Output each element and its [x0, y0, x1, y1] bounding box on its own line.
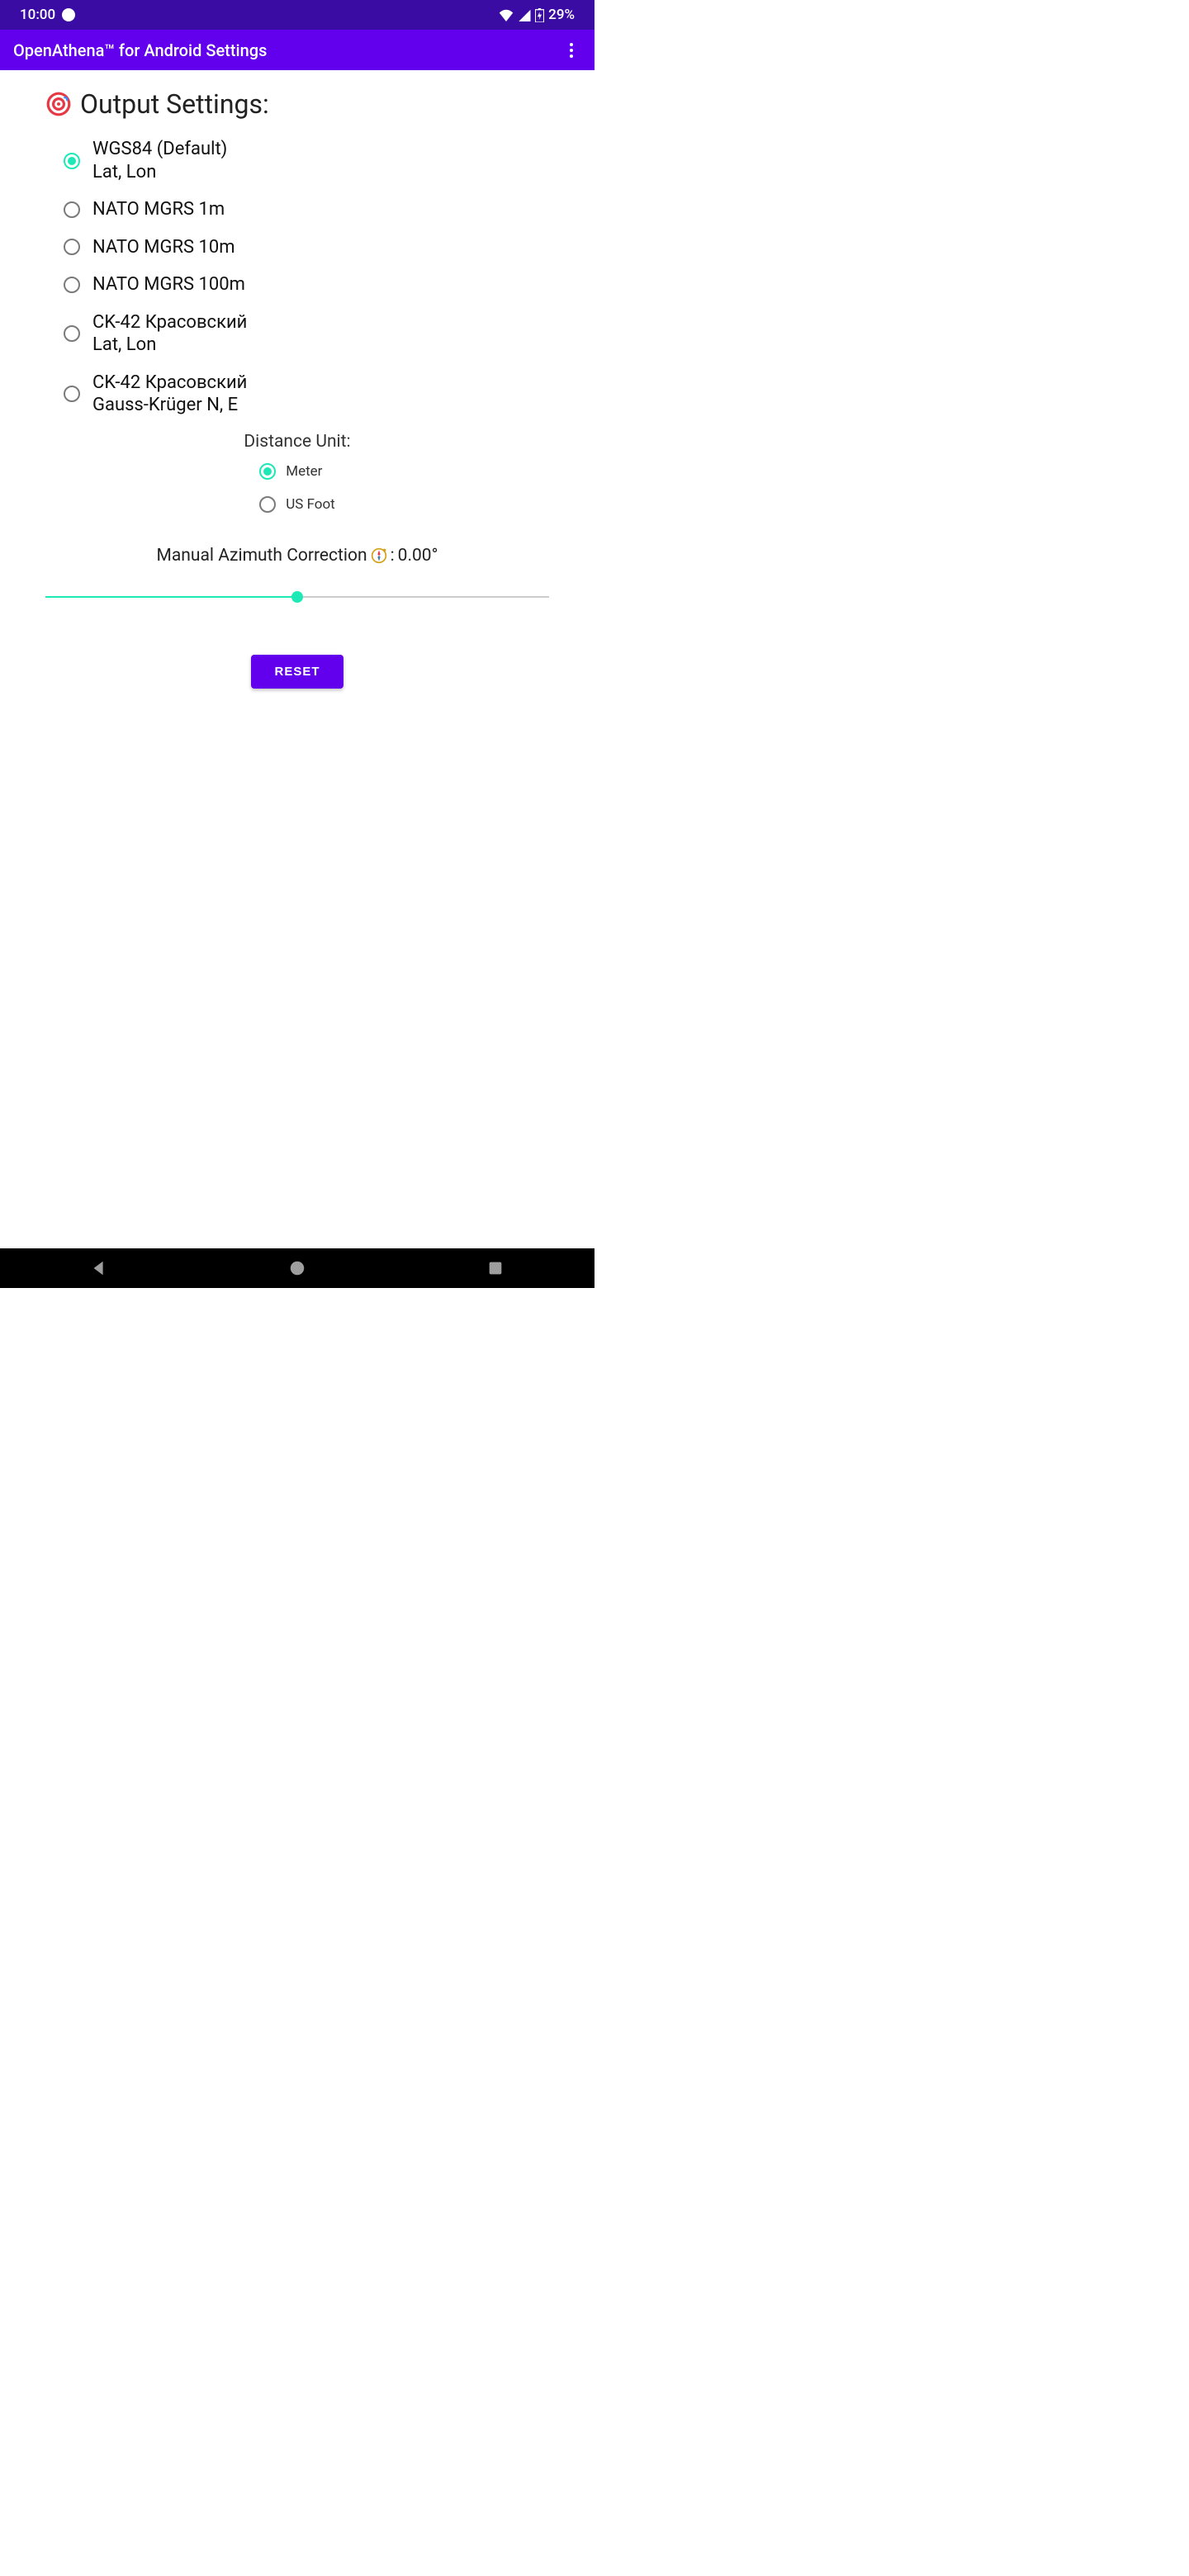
wifi-icon [499, 9, 514, 21]
radio-label: US Foot [286, 496, 335, 513]
app-title: OpenAthena™ for Android Settings [13, 40, 561, 60]
output-format-radio-group: WGS84 (Default) Lat, Lon NATO MGRS 1m NATO… [45, 138, 549, 417]
radio-label: NATO MGRS 100m [92, 273, 245, 296]
radio-label: CK-42 Красовский Lat, Lon [92, 311, 247, 357]
recents-icon[interactable] [486, 1259, 504, 1277]
content: Output Settings: WGS84 (Default) Lat, Lo… [0, 70, 594, 689]
section-header: Output Settings: [45, 88, 549, 120]
output-format-option[interactable]: CK-42 Красовский Lat, Lon [64, 311, 549, 357]
radio-label: NATO MGRS 1m [92, 198, 225, 221]
signal-icon [518, 9, 531, 21]
output-format-option[interactable]: WGS84 (Default) Lat, Lon [64, 138, 549, 183]
distance-unit-option[interactable]: US Foot [259, 496, 335, 513]
radio-button[interactable] [64, 153, 80, 169]
radio-button[interactable] [259, 463, 276, 480]
output-format-option[interactable]: NATO MGRS 1m [64, 198, 549, 221]
home-icon[interactable] [288, 1259, 306, 1277]
radio-button[interactable] [64, 325, 80, 342]
azimuth-value: 0.00° [398, 546, 438, 566]
distance-unit-section: Distance Unit: Meter US Foot [45, 432, 549, 513]
radio-button[interactable] [64, 386, 80, 402]
navigation-bar [0, 1248, 594, 1288]
azimuth-slider[interactable] [45, 589, 549, 605]
reset-button[interactable]: RESET [251, 655, 343, 689]
target-icon [45, 91, 72, 117]
output-format-option[interactable]: NATO MGRS 10m [64, 236, 549, 259]
overflow-menu-icon[interactable] [561, 40, 581, 60]
distance-unit-option[interactable]: Meter [259, 463, 322, 480]
compass-icon [371, 547, 387, 564]
distance-unit-title: Distance Unit: [45, 432, 549, 452]
output-format-option[interactable]: CK-42 Красовский Gauss-Krüger N, E [64, 372, 549, 417]
radio-button[interactable] [64, 277, 80, 293]
radio-label: Meter [286, 463, 322, 480]
back-icon[interactable] [90, 1259, 108, 1277]
azimuth-label: Manual Azimuth Correction : 0.00° [45, 546, 549, 566]
radio-button[interactable] [64, 201, 80, 218]
face-icon [62, 8, 75, 21]
section-title: Output Settings: [80, 88, 269, 120]
radio-label: WGS84 (Default) Lat, Lon [92, 138, 227, 183]
radio-button[interactable] [259, 496, 276, 513]
status-bar: 10:00 29% [0, 0, 594, 30]
radio-button[interactable] [64, 239, 80, 255]
output-format-option[interactable]: NATO MGRS 100m [64, 273, 549, 296]
azimuth-section: Manual Azimuth Correction : 0.00° [45, 546, 549, 605]
status-time: 10:00 [20, 7, 55, 23]
battery-percent: 29% [548, 7, 575, 23]
radio-label: CK-42 Красовский Gauss-Krüger N, E [92, 372, 247, 417]
radio-label: NATO MGRS 10m [92, 236, 235, 259]
battery-icon [535, 8, 544, 22]
app-bar: OpenAthena™ for Android Settings [0, 30, 594, 70]
